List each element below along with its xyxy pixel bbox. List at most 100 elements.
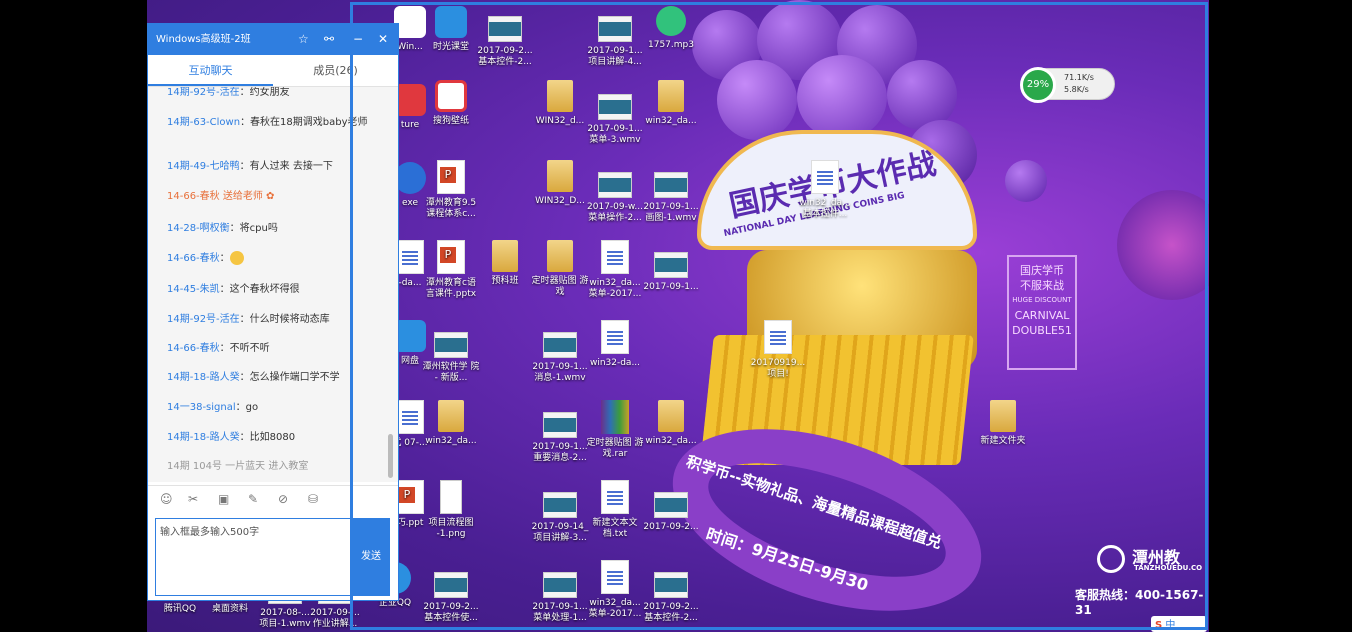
sender-name[interactable]: 14-66-春秋 — [167, 191, 220, 202]
desktop-icon[interactable]: WIN32_d... — [530, 80, 590, 127]
image-file-icon — [440, 480, 462, 514]
sender-name[interactable]: 14期-18-路人癸 — [167, 372, 240, 383]
message-text: ：春秋在18期调戏baby老师 — [240, 117, 368, 128]
sender-name[interactable]: 14-28-啊权衡 — [167, 223, 230, 234]
video-file-icon — [654, 492, 688, 518]
desktop-icon[interactable]: 时光课堂 — [421, 6, 481, 53]
video-file-icon — [543, 492, 577, 518]
desktop-icon[interactable]: 2017-09-2... 基本控件-2... — [475, 10, 535, 68]
share-icon[interactable]: ⚯ — [324, 24, 334, 55]
sender-name[interactable]: 14-45-朱凯 — [167, 284, 220, 295]
desktop-icon[interactable]: 新建文件夹 — [973, 400, 1033, 447]
desktop-icon[interactable]: 2017-09-1... 画图-1.wmv — [641, 166, 701, 224]
desktop-icon[interactable]: 潭州教育9.5 课程体系c... — [421, 160, 481, 220]
desktop-icon[interactable]: 2017-09-14_ 项目讲解-3... — [530, 486, 590, 544]
desktop-icon-label: 2017-09-1... 菜单处理-1... — [532, 602, 588, 623]
desktop-icon[interactable]: 潭州软件学 院 - 新版... — [421, 326, 481, 384]
desktop-icon[interactable]: 20170919... 项目! — [748, 320, 808, 380]
sender-name[interactable]: 14-66-春秋 — [167, 253, 220, 264]
video-file-icon — [434, 572, 468, 598]
desktop-icon[interactable]: 2017-09-1... 菜单-3.wmv — [585, 88, 645, 146]
desktop-icon[interactable]: win32_da... — [421, 400, 481, 447]
video-file-icon — [598, 16, 632, 42]
desktop-icon[interactable]: 2017-09-w... 菜单操作-2... — [585, 166, 645, 224]
desktop-icon[interactable]: 2017-09-2... — [641, 486, 701, 533]
tab-chat[interactable]: 互动聊天 — [148, 55, 273, 86]
pin-icon[interactable]: ☆ — [298, 24, 309, 55]
download-speed: 5.8K/s — [1064, 85, 1089, 94]
desktop-icon[interactable]: win32_da... 基本控件... — [795, 160, 855, 220]
chat-message: 14-66-春秋： — [167, 249, 244, 265]
edit-icon[interactable]: ✎ — [248, 492, 258, 506]
close-icon[interactable]: ✕ — [378, 24, 388, 55]
chat-message: 14-28-啊权衡：将cpu吗 — [167, 219, 278, 234]
sender-name[interactable]: 14-66-春秋 — [167, 343, 220, 354]
desktop-icon[interactable]: win32_da... 菜单-2017... — [585, 240, 645, 300]
network-speed-widget[interactable]: 29% 71.1K/s 5.8K/s — [1020, 67, 1115, 103]
desktop-icon[interactable]: 预科班 — [475, 240, 535, 287]
chat-window[interactable]: Windows高级班-2班 ☆ ⚯ − ✕ 互动聊天 成员(26) 14期-92… — [147, 23, 399, 601]
tab-members[interactable]: 成员(26) — [273, 55, 398, 86]
desktop-icon[interactable]: 2017-09-1... 消息-1.wmv — [530, 326, 590, 384]
sender-name[interactable]: 14期-18-路人癸 — [167, 432, 240, 443]
video-file-icon — [543, 412, 577, 438]
desktop-icon-label: 2017-09-1... 画图-1.wmv — [643, 202, 699, 223]
chat-message: 14期 104号 一片蓝天 进入教室 — [167, 457, 308, 472]
word-file-icon — [811, 160, 839, 194]
word-file-icon — [601, 240, 629, 274]
video-file-icon — [488, 16, 522, 42]
desktop-icon[interactable]: 潭州教育c语 言课件.pptx — [421, 240, 481, 300]
message-input[interactable]: 输入框最多输入500字 — [155, 518, 351, 596]
sender-name[interactable]: 14期-63-Clown — [167, 117, 240, 128]
chat-tabs: 互动聊天 成员(26) — [148, 55, 398, 87]
sender-name[interactable]: 14期-92号-活在 — [167, 87, 240, 98]
desktop-icon[interactable]: 搜狗壁纸 — [421, 80, 481, 127]
sender-name[interactable]: 14期-49-七哈鸭 — [167, 161, 240, 172]
desktop-icon-label: 定时器贴图 游戏 — [531, 276, 589, 297]
side-box-line: DOUBLE51 — [1012, 324, 1072, 337]
desktop-icon[interactable]: 2017-09-2... 基本控件-2... — [641, 566, 701, 624]
desktop-icon[interactable]: 定时器贴图 游戏 — [530, 240, 590, 298]
desktop-icon[interactable]: win32-da... — [585, 320, 645, 369]
desktop-icon[interactable]: WIN32_D... — [530, 160, 590, 207]
desktop-icon[interactable]: 2017-09-2... 基本控件使... — [421, 566, 481, 624]
message-text: ：有人过来 去接一下 — [239, 161, 333, 172]
sender-name[interactable]: 14期 104号 一片蓝天 — [167, 461, 265, 472]
desktop-icon[interactable]: 2017-09-1... 菜单处理-1... — [530, 566, 590, 624]
cpu-percent: 29% — [1020, 67, 1056, 103]
desktop-icon[interactable]: win32_da... — [641, 400, 701, 447]
video-file-icon — [434, 332, 468, 358]
desktop-icon[interactable]: 2017-09-1... 重要消息-2... — [530, 406, 590, 464]
ppt-file-icon — [396, 480, 424, 514]
word-file-icon — [396, 240, 424, 274]
chat-message: 14-66-春秋 送给老师 ✿ — [167, 187, 274, 202]
message-list[interactable]: 14期-92号-活在：约女朋友 14期-63-Clown：春秋在18期调戏bab… — [148, 87, 398, 482]
block-icon[interactable]: ⊘ — [278, 492, 288, 506]
gift-icon[interactable]: ⛁ — [308, 492, 318, 506]
desktop-icon-label: 2017-09-1... 消息-1.wmv — [532, 362, 588, 383]
music-file-icon — [656, 6, 686, 36]
desktop-icon[interactable]: win32_da... — [641, 80, 701, 127]
flower-icon: ✿ — [262, 191, 275, 202]
chat-message: 14-66-春秋：不听不听 — [167, 339, 270, 354]
desktop-icon[interactable]: win32_da... 菜单-2017... — [585, 560, 645, 620]
desktop-icon[interactable]: 1757.mp3 — [641, 6, 701, 51]
desktop-icon[interactable]: 项目流程图 -1.png — [421, 480, 481, 540]
emoji-icon[interactable]: ☺ — [160, 492, 173, 506]
image-icon[interactable]: ▣ — [218, 492, 229, 506]
chat-title-bar[interactable]: Windows高级班-2班 ☆ ⚯ − ✕ — [148, 24, 398, 55]
desktop-icon[interactable]: 2017-09-1... 项目讲解-4... — [585, 10, 645, 68]
desktop-icon[interactable]: 新建文本文 档.txt — [585, 480, 645, 540]
desktop-icon-label: 时光课堂 — [432, 42, 469, 52]
balloon — [717, 60, 797, 140]
scrollbar[interactable] — [388, 434, 393, 478]
desktop-icon[interactable]: 2017-09-1... — [641, 246, 701, 293]
minimize-icon[interactable]: − — [353, 24, 363, 55]
sender-name[interactable]: 14期-92号-活在 — [167, 314, 240, 325]
ime-tray[interactable]: S 中 — [1151, 616, 1207, 632]
desktop-icon[interactable]: 定时器贴图 游戏.rar — [585, 400, 645, 460]
send-button[interactable]: 发送 — [352, 518, 390, 596]
sender-name[interactable]: 14一38-signal — [167, 402, 236, 413]
chat-message: 14期-49-七哈鸭：有人过来 去接一下 — [167, 157, 333, 172]
scissors-icon[interactable]: ✂ — [188, 492, 198, 506]
